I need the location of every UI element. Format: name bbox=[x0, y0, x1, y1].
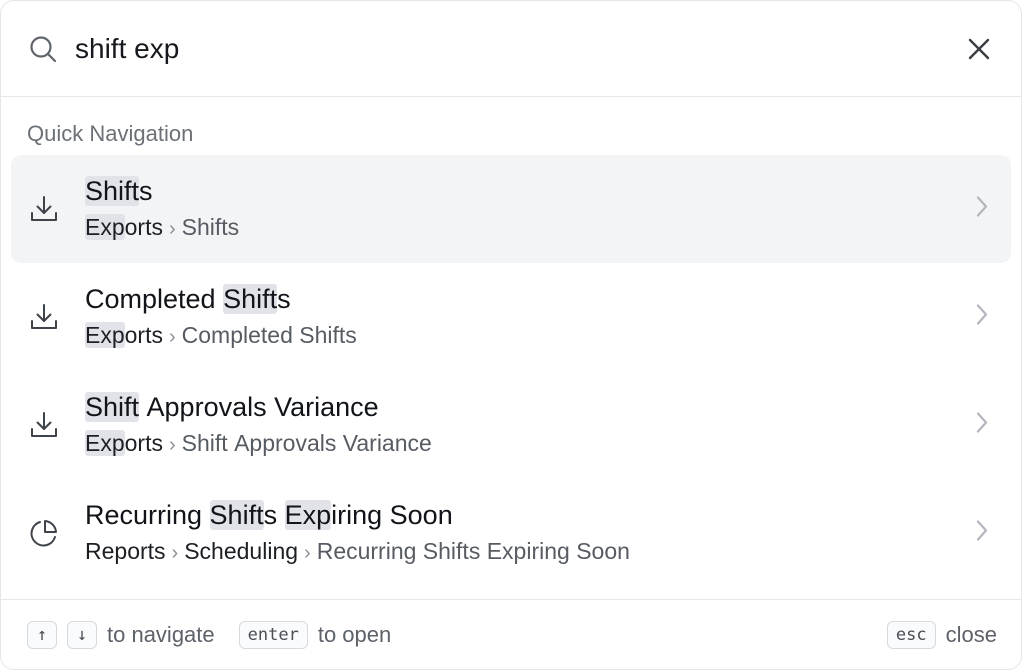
search-input[interactable] bbox=[75, 32, 961, 65]
breadcrumb-separator-icon: › bbox=[168, 434, 176, 456]
title-text-match: Exp bbox=[284, 500, 332, 530]
breadcrumb-text-match: Exp bbox=[85, 430, 125, 456]
arrow-down-key: ↓ bbox=[67, 620, 97, 649]
result-row[interactable]: Recurring Shifts Expiring Soon Reports › Sc… bbox=[11, 479, 1011, 587]
title-text: Approvals Variance bbox=[139, 392, 379, 422]
breadcrumb-segment: Exports bbox=[85, 430, 163, 456]
search-bar bbox=[1, 1, 1021, 97]
results-list: Shifts Exports › Shifts Completed Shifts Expo… bbox=[1, 155, 1021, 587]
chevron-right-icon bbox=[975, 303, 989, 332]
chevron-right-icon bbox=[975, 195, 989, 224]
search-icon bbox=[27, 33, 59, 65]
breadcrumb-segment: Reports bbox=[85, 538, 166, 564]
breadcrumb-text: Reports bbox=[85, 538, 166, 564]
close-icon bbox=[968, 38, 990, 59]
enter-key: enter bbox=[238, 620, 308, 649]
title-text-match: Shift bbox=[209, 500, 264, 530]
title-text: iring Soon bbox=[331, 500, 453, 530]
breadcrumb-text: Recurring Shifts Expiring Soon bbox=[316, 538, 630, 564]
result-text: Completed Shifts Exports › Completed Shifts bbox=[85, 282, 357, 352]
breadcrumb-segment: Completed Shifts bbox=[182, 322, 357, 348]
result-row[interactable]: Completed Shifts Exports › Completed Shifts bbox=[11, 263, 1011, 371]
title-text: s bbox=[277, 284, 291, 314]
breadcrumb-text-match: Exp bbox=[85, 214, 125, 240]
keyboard-hints-footer: ↑ ↓ to navigate enter to open esc close bbox=[1, 599, 1021, 669]
breadcrumb-text: Shifts bbox=[181, 214, 240, 240]
command-palette: Quick Navigation ShiftsExports›ShiftsCom… bbox=[0, 0, 1022, 670]
result-row[interactable]: Shift Approvals Variance Exports › Shift Ap… bbox=[11, 371, 1011, 479]
title-text: Completed bbox=[85, 284, 224, 314]
breadcrumb-segment: Exports bbox=[85, 322, 163, 348]
result-title: Shift Approvals Variance bbox=[85, 390, 432, 424]
result-row[interactable]: Shifts Exports › Shifts bbox=[11, 155, 1011, 263]
breadcrumb-separator-icon: › bbox=[304, 542, 311, 564]
result-text: Recurring Shifts Expiring Soon Reports › Sc… bbox=[85, 498, 630, 568]
breadcrumb-segment: Scheduling bbox=[184, 538, 298, 564]
breadcrumb-text: orts bbox=[124, 430, 163, 456]
breadcrumb-segment: Shifts bbox=[182, 214, 240, 240]
breadcrumb-segment: Exports bbox=[85, 214, 163, 240]
download-icon bbox=[11, 410, 75, 440]
title-text: s bbox=[139, 176, 153, 206]
result-text: Shift Approvals Variance Exports › Shift Ap… bbox=[85, 390, 432, 460]
breadcrumb-text: Completed Shifts bbox=[181, 322, 357, 348]
chevron-right-icon bbox=[975, 411, 989, 440]
navigate-hint: to navigate bbox=[107, 621, 215, 647]
breadcrumb-text-match: Exp bbox=[85, 322, 125, 348]
result-title: Recurring Shifts Expiring Soon bbox=[85, 498, 630, 532]
close-button[interactable] bbox=[961, 31, 997, 67]
title-text-match: Shift bbox=[85, 392, 140, 422]
pie-chart-icon bbox=[11, 518, 75, 548]
breadcrumb-segment: Shift Approvals Variance bbox=[182, 430, 432, 456]
close-hint: close bbox=[945, 621, 997, 647]
breadcrumb-separator-icon: › bbox=[171, 542, 179, 564]
breadcrumb-text: Shift Approvals Variance bbox=[181, 430, 432, 456]
breadcrumb-separator-icon: › bbox=[168, 326, 176, 348]
breadcrumb-text: orts bbox=[124, 214, 163, 240]
result-breadcrumb: Exports › Shift Approvals Variance bbox=[85, 428, 432, 460]
result-text: Shifts Exports › Shifts bbox=[85, 174, 239, 244]
result-breadcrumb: Exports › Completed Shifts bbox=[85, 320, 357, 352]
title-text: Recurring bbox=[85, 500, 210, 530]
chevron-right-icon bbox=[975, 519, 989, 548]
result-breadcrumb: Reports › Scheduling › Recurring Shifts Expi… bbox=[85, 536, 630, 568]
download-icon bbox=[11, 194, 75, 224]
arrow-up-key: ↑ bbox=[27, 620, 57, 649]
open-hint: to open bbox=[317, 621, 392, 647]
breadcrumb-separator-icon: › bbox=[168, 218, 176, 240]
result-title: Shifts bbox=[85, 174, 239, 208]
result-title: Completed Shifts bbox=[85, 282, 357, 316]
esc-key: esc bbox=[886, 620, 936, 649]
download-icon bbox=[11, 302, 75, 332]
breadcrumb-text: orts bbox=[124, 322, 163, 348]
title-text: s bbox=[263, 500, 285, 530]
title-text-match: Shift bbox=[223, 284, 278, 314]
result-breadcrumb: Exports › Shifts bbox=[85, 212, 239, 244]
section-heading: Quick Navigation bbox=[27, 121, 194, 146]
title-text-match: Shift bbox=[85, 176, 140, 206]
breadcrumb-segment: Recurring Shifts Expiring Soon bbox=[317, 538, 630, 564]
breadcrumb-text: Scheduling bbox=[184, 538, 299, 564]
